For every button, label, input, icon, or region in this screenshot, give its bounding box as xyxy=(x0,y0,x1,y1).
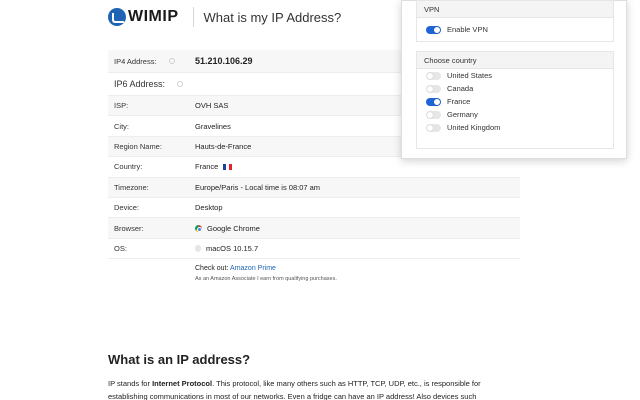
row-label-city: City: xyxy=(114,121,129,131)
row-label-ip6: IP6 Address: xyxy=(114,79,166,89)
city-value: Gravelines xyxy=(195,121,231,131)
checkout-line: Check out: Amazon Prime xyxy=(195,265,276,272)
chrome-icon xyxy=(195,224,202,232)
isp-value: OVH SAS xyxy=(195,101,229,111)
row-label-browser: Browser: xyxy=(114,223,144,233)
country-option-france[interactable]: France xyxy=(417,95,613,108)
country-label: Germany xyxy=(447,110,478,119)
country-option-united-kingdom[interactable]: United Kingdom xyxy=(417,121,613,134)
table-row: OS: macOS 10.15.7 xyxy=(108,239,520,260)
table-row: Country: France xyxy=(108,157,520,178)
enable-vpn-toggle[interactable] xyxy=(426,25,441,34)
country-option-canada[interactable]: Canada xyxy=(417,82,613,95)
country-toggle[interactable] xyxy=(426,84,441,93)
table-row: Timezone: Europe/Paris - Local time is 0… xyxy=(108,177,520,198)
country-panel: Choose country United States Canada Fran… xyxy=(416,51,614,149)
apple-icon xyxy=(195,244,201,252)
timezone-value: Europe/Paris - Local time is 08:07 am xyxy=(195,182,321,192)
row-label-timezone: Timezone: xyxy=(114,182,149,192)
paragraph-text-start: IP stands for xyxy=(108,379,153,388)
device-value: Desktop xyxy=(195,203,223,213)
paragraph-bold-term: Internet Protocol xyxy=(152,379,213,388)
row-label-region: Region Name: xyxy=(114,141,162,151)
country-option-united-states[interactable]: United States xyxy=(417,69,613,82)
header-divider xyxy=(192,7,194,27)
copy-icon[interactable] xyxy=(168,58,175,64)
country-label: France xyxy=(447,97,471,106)
section-heading: What is an IP address? xyxy=(108,352,251,367)
ip4-value: 51.210.106.29 xyxy=(195,56,253,66)
article-paragraph: IP stands for Internet Protocol. This pr… xyxy=(108,377,520,400)
vpn-panel-title: VPN xyxy=(417,1,613,18)
site-header: WIMIP What is my IP Address? xyxy=(108,6,341,28)
page-title: What is my IP Address? xyxy=(203,9,342,25)
vpn-extension-popup: VPN Enable VPN Choose country United Sta… xyxy=(401,0,627,159)
row-label-os: OS: xyxy=(114,243,127,253)
browser-value: Google Chrome xyxy=(207,223,260,233)
country-value: France xyxy=(195,162,219,172)
row-label-device: Device: xyxy=(114,203,140,213)
country-toggle[interactable] xyxy=(426,123,441,132)
table-row: Device: Desktop xyxy=(108,198,520,219)
country-toggle[interactable] xyxy=(426,71,441,80)
row-label-isp: ISP: xyxy=(114,101,129,111)
country-toggle[interactable] xyxy=(426,110,441,119)
table-row: Browser: Google Chrome xyxy=(108,218,520,239)
enable-vpn-label: Enable VPN xyxy=(447,25,488,34)
row-label-country: Country: xyxy=(114,162,143,172)
site-logo[interactable]: WIMIP xyxy=(108,8,179,26)
logo-icon xyxy=(108,8,126,26)
region-value: Hauts-de-France xyxy=(195,141,252,151)
affiliate-disclaimer: As an Amazon Associate I earn from quali… xyxy=(195,276,337,282)
france-flag-icon xyxy=(223,163,233,170)
row-label-ip4: IP4 Address: xyxy=(114,56,157,66)
country-label: United Kingdom xyxy=(447,123,501,132)
country-label: United States xyxy=(447,71,493,80)
logo-text: WIMIP xyxy=(128,8,179,25)
enable-vpn-row[interactable]: Enable VPN xyxy=(417,23,613,36)
checkout-prefix: Check out: xyxy=(195,265,231,272)
os-value: macOS 10.15.7 xyxy=(206,243,259,253)
country-label: Canada xyxy=(447,84,474,93)
country-toggle[interactable] xyxy=(426,97,441,106)
country-option-germany[interactable]: Germany xyxy=(417,108,613,121)
amazon-prime-link[interactable]: Amazon Prime xyxy=(230,265,276,272)
country-panel-title: Choose country xyxy=(417,52,613,69)
vpn-panel: VPN Enable VPN xyxy=(416,0,614,42)
copy-icon[interactable] xyxy=(177,81,184,87)
